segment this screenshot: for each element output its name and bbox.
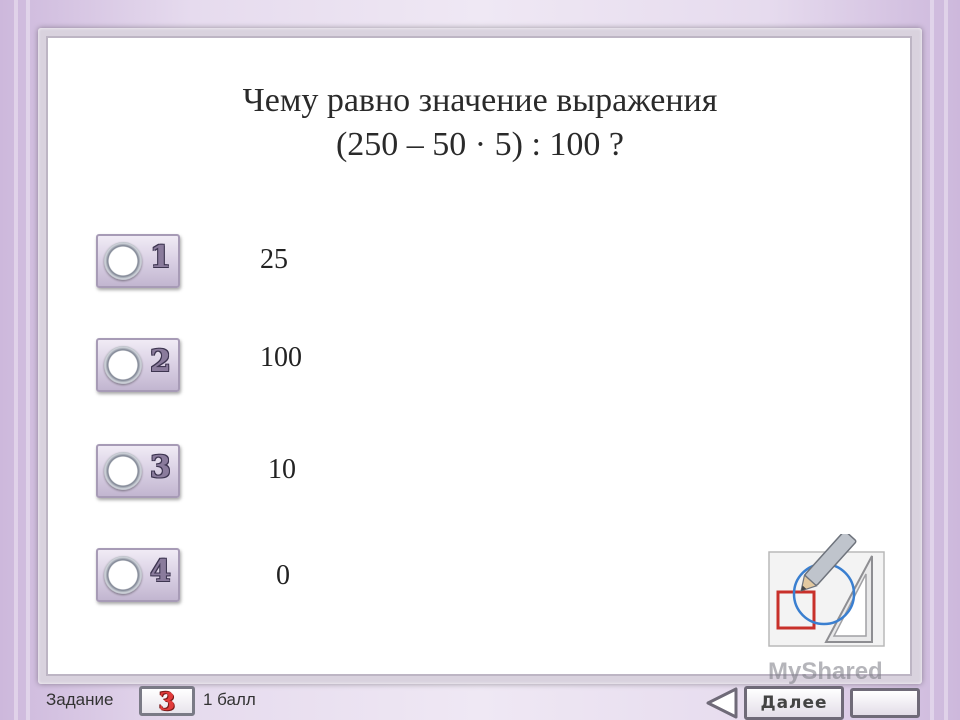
radio-icon (104, 452, 142, 490)
watermark-text: MyShared (768, 658, 883, 685)
answer-option-3-text: 10 (268, 454, 296, 485)
radio-icon (104, 346, 142, 384)
back-arrow-icon[interactable] (702, 686, 742, 720)
answer-option-2-text: 100 (260, 342, 302, 373)
answer-option-4-button[interactable]: 4 (96, 548, 180, 602)
end-button[interactable] (850, 688, 920, 718)
option-number: 4 (150, 554, 171, 589)
answer-option-3-button[interactable]: 3 (96, 444, 180, 498)
next-button[interactable]: Далее (744, 686, 844, 720)
task-number-badge: 3 (139, 686, 195, 716)
question-expression: (250 – 50 · 5) : 100 ? (335, 126, 624, 163)
answer-option-2-button[interactable]: 2 (96, 338, 180, 392)
answer-option-1-text: 25 (260, 244, 288, 275)
points-label: 1 балл (203, 690, 256, 709)
option-number: 3 (150, 450, 171, 485)
radio-icon (104, 556, 142, 594)
task-number: 3 (158, 687, 176, 716)
answer-option-4-text: 0 (276, 560, 290, 591)
radio-icon (104, 242, 142, 280)
option-number: 1 (150, 240, 171, 275)
answer-option-1-button[interactable]: 1 (96, 234, 180, 288)
task-label: Задание (46, 690, 114, 709)
question-text-line-1: Чему равно значение выражения (242, 82, 718, 119)
option-number: 2 (150, 344, 171, 379)
mysharedWatermark: MyShared (768, 658, 883, 686)
geometry-tools-icon (768, 534, 885, 647)
